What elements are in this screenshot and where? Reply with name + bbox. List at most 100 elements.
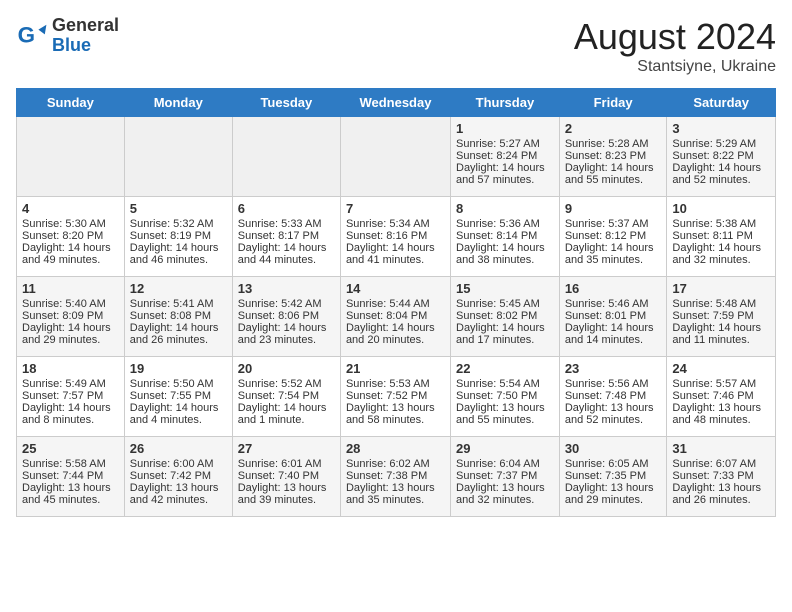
calendar-table: SundayMondayTuesdayWednesdayThursdayFrid… [16, 88, 776, 517]
day-number: 31 [672, 441, 770, 456]
day-number: 4 [22, 201, 119, 216]
daylight: Daylight: 13 hours and 29 minutes. [565, 482, 654, 506]
day-number: 18 [22, 361, 119, 376]
weekday-header: Sunday [17, 89, 125, 117]
sunrise: Sunrise: 5:56 AM [565, 378, 649, 390]
sunset: Sunset: 8:23 PM [565, 150, 646, 162]
sunset: Sunset: 8:11 PM [672, 230, 753, 242]
sunset: Sunset: 7:54 PM [238, 390, 319, 402]
sunset: Sunset: 8:14 PM [456, 230, 537, 242]
sunset: Sunset: 8:19 PM [130, 230, 211, 242]
day-number: 27 [238, 441, 335, 456]
sunrise: Sunrise: 5:49 AM [22, 378, 106, 390]
sunset: Sunset: 8:20 PM [22, 230, 103, 242]
logo-text: General Blue [52, 16, 119, 56]
sunrise: Sunrise: 5:54 AM [456, 378, 540, 390]
daylight: Daylight: 14 hours and 32 minutes. [672, 242, 761, 266]
sunrise: Sunrise: 5:27 AM [456, 138, 540, 150]
sunrise: Sunrise: 5:44 AM [346, 298, 430, 310]
daylight: Daylight: 14 hours and 4 minutes. [130, 402, 219, 426]
svg-text:G: G [18, 22, 35, 47]
sunrise: Sunrise: 6:05 AM [565, 458, 649, 470]
calendar-cell: 12 Sunrise: 5:41 AM Sunset: 8:08 PM Dayl… [124, 277, 232, 357]
sunrise: Sunrise: 6:02 AM [346, 458, 430, 470]
day-number: 30 [565, 441, 662, 456]
calendar-week-row: 18 Sunrise: 5:49 AM Sunset: 7:57 PM Dayl… [17, 357, 776, 437]
daylight: Daylight: 14 hours and 20 minutes. [346, 322, 435, 346]
sunset: Sunset: 8:24 PM [456, 150, 537, 162]
daylight: Daylight: 14 hours and 8 minutes. [22, 402, 111, 426]
calendar-cell [17, 117, 125, 197]
sunrise: Sunrise: 5:52 AM [238, 378, 322, 390]
sunset: Sunset: 7:37 PM [456, 470, 537, 482]
daylight: Daylight: 14 hours and 11 minutes. [672, 322, 761, 346]
sunset: Sunset: 8:16 PM [346, 230, 427, 242]
sunset: Sunset: 7:35 PM [565, 470, 646, 482]
calendar-cell: 22 Sunrise: 5:54 AM Sunset: 7:50 PM Dayl… [451, 357, 560, 437]
day-number: 6 [238, 201, 335, 216]
day-number: 14 [346, 281, 445, 296]
sunrise: Sunrise: 5:48 AM [672, 298, 756, 310]
sunrise: Sunrise: 6:01 AM [238, 458, 322, 470]
sunrise: Sunrise: 5:58 AM [22, 458, 106, 470]
sunrise: Sunrise: 5:46 AM [565, 298, 649, 310]
sunset: Sunset: 8:12 PM [565, 230, 646, 242]
sunset: Sunset: 7:40 PM [238, 470, 319, 482]
page-header: G General Blue August 2024 Stantsiyne, U… [16, 16, 776, 76]
day-number: 26 [130, 441, 227, 456]
calendar-week-row: 1 Sunrise: 5:27 AM Sunset: 8:24 PM Dayli… [17, 117, 776, 197]
title-area: August 2024 Stantsiyne, Ukraine [574, 16, 776, 76]
calendar-cell: 17 Sunrise: 5:48 AM Sunset: 7:59 PM Dayl… [667, 277, 776, 357]
calendar-cell: 25 Sunrise: 5:58 AM Sunset: 7:44 PM Dayl… [17, 437, 125, 517]
day-number: 22 [456, 361, 554, 376]
sunset: Sunset: 7:59 PM [672, 310, 753, 322]
day-number: 13 [238, 281, 335, 296]
day-number: 28 [346, 441, 445, 456]
calendar-cell: 16 Sunrise: 5:46 AM Sunset: 8:01 PM Dayl… [559, 277, 667, 357]
day-number: 23 [565, 361, 662, 376]
calendar-cell: 9 Sunrise: 5:37 AM Sunset: 8:12 PM Dayli… [559, 197, 667, 277]
sunrise: Sunrise: 5:41 AM [130, 298, 214, 310]
daylight: Daylight: 14 hours and 49 minutes. [22, 242, 111, 266]
weekday-header: Friday [559, 89, 667, 117]
sunset: Sunset: 8:22 PM [672, 150, 753, 162]
sunset: Sunset: 7:52 PM [346, 390, 427, 402]
daylight: Daylight: 14 hours and 35 minutes. [565, 242, 654, 266]
daylight: Daylight: 13 hours and 32 minutes. [456, 482, 545, 506]
weekday-header: Saturday [667, 89, 776, 117]
daylight: Daylight: 14 hours and 57 minutes. [456, 162, 545, 186]
day-number: 20 [238, 361, 335, 376]
daylight: Daylight: 14 hours and 29 minutes. [22, 322, 111, 346]
sunrise: Sunrise: 6:07 AM [672, 458, 756, 470]
logo-blue-text: Blue [52, 36, 119, 56]
sunset: Sunset: 7:50 PM [456, 390, 537, 402]
calendar-cell: 14 Sunrise: 5:44 AM Sunset: 8:04 PM Dayl… [340, 277, 450, 357]
sunset: Sunset: 8:09 PM [22, 310, 103, 322]
calendar-cell: 6 Sunrise: 5:33 AM Sunset: 8:17 PM Dayli… [232, 197, 340, 277]
calendar-cell: 31 Sunrise: 6:07 AM Sunset: 7:33 PM Dayl… [667, 437, 776, 517]
daylight: Daylight: 14 hours and 55 minutes. [565, 162, 654, 186]
calendar-cell: 8 Sunrise: 5:36 AM Sunset: 8:14 PM Dayli… [451, 197, 560, 277]
sunrise: Sunrise: 5:45 AM [456, 298, 540, 310]
calendar-cell: 26 Sunrise: 6:00 AM Sunset: 7:42 PM Dayl… [124, 437, 232, 517]
daylight: Daylight: 13 hours and 58 minutes. [346, 402, 435, 426]
day-number: 15 [456, 281, 554, 296]
weekday-header: Monday [124, 89, 232, 117]
sunset: Sunset: 7:44 PM [22, 470, 103, 482]
daylight: Daylight: 14 hours and 1 minute. [238, 402, 327, 426]
sunset: Sunset: 8:08 PM [130, 310, 211, 322]
calendar-cell: 23 Sunrise: 5:56 AM Sunset: 7:48 PM Dayl… [559, 357, 667, 437]
sunrise: Sunrise: 5:42 AM [238, 298, 322, 310]
sunrise: Sunrise: 5:38 AM [672, 218, 756, 230]
daylight: Daylight: 13 hours and 26 minutes. [672, 482, 761, 506]
calendar-cell: 11 Sunrise: 5:40 AM Sunset: 8:09 PM Dayl… [17, 277, 125, 357]
sunset: Sunset: 7:33 PM [672, 470, 753, 482]
sunset: Sunset: 8:06 PM [238, 310, 319, 322]
weekday-header: Thursday [451, 89, 560, 117]
day-number: 24 [672, 361, 770, 376]
calendar-cell [232, 117, 340, 197]
calendar-cell: 20 Sunrise: 5:52 AM Sunset: 7:54 PM Dayl… [232, 357, 340, 437]
daylight: Daylight: 13 hours and 52 minutes. [565, 402, 654, 426]
sunset: Sunset: 8:04 PM [346, 310, 427, 322]
calendar-cell: 1 Sunrise: 5:27 AM Sunset: 8:24 PM Dayli… [451, 117, 560, 197]
